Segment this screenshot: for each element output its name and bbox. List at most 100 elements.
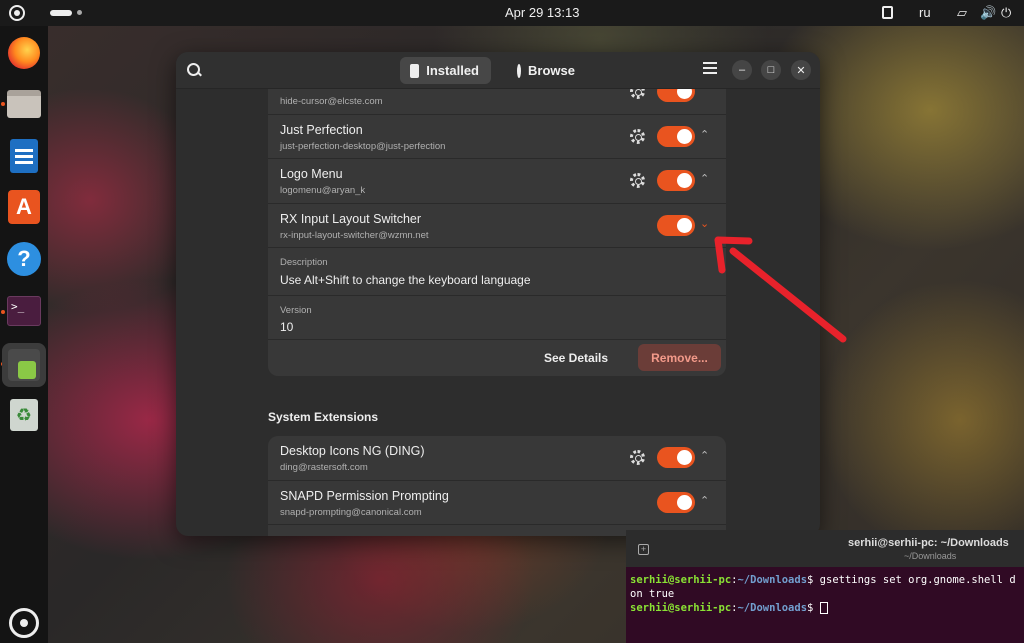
hamburger-menu-icon[interactable] <box>703 62 717 78</box>
extension-name: RX Input Layout Switcher <box>280 211 422 226</box>
ubuntu-logo-icon[interactable] <box>9 5 25 21</box>
tab-label: Browse <box>528 63 575 78</box>
user-extensions-card: Hide Cursor hide-cursor@elcste.com ⌃ Jus… <box>268 70 726 376</box>
enable-toggle[interactable] <box>657 447 695 468</box>
chevron-up-icon[interactable]: ⌃ <box>700 494 709 507</box>
extension-name: Just Perfection <box>280 122 363 137</box>
prompt-user: serhii@serhii-pc <box>630 602 732 614</box>
dock-app-center[interactable]: A <box>6 189 42 225</box>
settings-gear-icon[interactable] <box>630 173 645 188</box>
settings-gear-icon[interactable] <box>630 128 645 144</box>
globe-icon <box>517 63 521 78</box>
extensions-list[interactable]: Hide Cursor hide-cursor@elcste.com ⌃ Jus… <box>176 70 820 536</box>
search-icon[interactable] <box>186 62 202 78</box>
dock-extension-manager[interactable] <box>2 343 46 387</box>
enable-toggle[interactable] <box>657 214 695 236</box>
dock-help[interactable]: ? <box>6 241 42 277</box>
terminal-header: + serhii@serhii-pc: ~/Downloads ~/Downlo… <box>626 530 1024 567</box>
remove-button[interactable]: Remove... <box>638 344 721 371</box>
see-details-button[interactable]: See Details <box>544 351 608 365</box>
terminal-subtitle: ~/Downloads <box>904 551 957 561</box>
new-tab-icon[interactable]: + <box>638 544 649 555</box>
trash-icon: ♻ <box>10 399 38 431</box>
top-bar: Apr 29 13:13 ru ▱ 🔊 ⏻ <box>0 0 1024 26</box>
chevron-up-icon[interactable]: ⌃ <box>700 172 709 185</box>
dock-files[interactable] <box>6 86 42 122</box>
maximize-icon[interactable]: □ <box>761 60 781 80</box>
tab-label: Installed <box>426 63 479 78</box>
keyboard-language-indicator[interactable]: ru <box>919 5 931 20</box>
folder-icon <box>7 90 41 118</box>
dock-trash[interactable]: ♻ <box>6 397 42 433</box>
header-bar: Installed Browse – □ ✕ <box>176 52 820 89</box>
workspace-dot-icon[interactable] <box>77 10 82 15</box>
terminal-line-3: serhii@serhii-pc:~/Downloads$ <box>630 601 1024 615</box>
firefox-icon <box>8 37 40 69</box>
terminal-icon: >_ <box>7 296 41 326</box>
terminal-cursor <box>819 602 828 614</box>
dock-firefox[interactable] <box>6 35 42 71</box>
enable-toggle[interactable] <box>657 170 695 191</box>
description-section: Description Use Alt+Shift to change the … <box>268 248 726 296</box>
puzzle-icon <box>410 63 420 78</box>
prompt-dir: ~/Downloads <box>737 602 808 614</box>
tab-browse[interactable]: Browse <box>507 57 586 84</box>
extension-row[interactable]: Just Perfection just-perfection-desktop@… <box>268 115 726 159</box>
version-value: 10 <box>280 320 294 334</box>
extension-row-expanded[interactable]: RX Input Layout Switcher rx-input-layout… <box>268 204 726 248</box>
version-section: Version 10 <box>268 296 726 340</box>
show-apps-icon[interactable] <box>9 608 39 638</box>
network-icon[interactable]: ▱ <box>957 5 967 21</box>
prompt-dir: ~/Downloads <box>737 574 808 586</box>
description-text: Use Alt+Shift to change the keyboard lan… <box>280 273 531 287</box>
system-extensions-heading: System Extensions <box>268 410 379 424</box>
minimize-icon[interactable]: – <box>732 60 752 80</box>
system-extensions-card: Desktop Icons NG (DING) ding@rastersoft.… <box>268 436 726 536</box>
app-center-icon: A <box>8 190 40 224</box>
tab-installed[interactable]: Installed <box>400 57 491 84</box>
enable-toggle[interactable] <box>657 491 695 513</box>
extension-row[interactable]: Desktop Icons NG (DING) ding@rastersoft.… <box>268 436 726 481</box>
terminal-line-1: serhii@serhii-pc:~/Downloads$ gsettings … <box>630 574 1016 586</box>
terminal-window[interactable]: + serhii@serhii-pc: ~/Downloads ~/Downlo… <box>626 530 1024 643</box>
terminal-command: $ gsettings set org.gnome.shell d <box>807 574 1016 586</box>
running-indicator <box>1 310 5 314</box>
dock: A ? >_ ♻ <box>0 26 48 643</box>
extension-manager-icon <box>8 349 40 381</box>
extension-row[interactable]: SNAPD Permission Prompting snapd-prompti… <box>268 481 726 525</box>
close-icon[interactable]: ✕ <box>791 60 811 80</box>
extension-id: hide-cursor@elcste.com <box>280 96 383 107</box>
prompt-user: serhii@serhii-pc <box>630 574 732 586</box>
chevron-up-icon[interactable]: ⌃ <box>700 449 709 462</box>
extensions-window: Hide Cursor hide-cursor@elcste.com ⌃ Jus… <box>176 52 820 536</box>
extension-id: rx-input-layout-switcher@wzmn.net <box>280 229 429 241</box>
power-icon[interactable]: ⏻ <box>1001 5 1011 21</box>
terminal-output[interactable]: serhii@serhii-pc:~/Downloads$ gsettings … <box>630 573 1024 615</box>
extension-name: Desktop Icons NG (DING) <box>280 444 425 458</box>
extension-id: snapd-prompting@canonical.com <box>280 506 422 518</box>
extension-name: Logo Menu <box>280 167 343 181</box>
version-label: Version <box>280 305 312 316</box>
description-label: Description <box>280 257 328 268</box>
dock-terminal[interactable]: >_ <box>6 293 42 329</box>
clock[interactable]: Apr 29 13:13 <box>505 5 579 20</box>
clipboard-icon[interactable] <box>882 6 893 19</box>
workspace-indicator-icon[interactable] <box>50 10 72 16</box>
extension-id: logomenu@aryan_k <box>280 185 366 196</box>
extension-id: ding@rastersoft.com <box>280 462 368 473</box>
help-icon: ? <box>7 242 41 276</box>
volume-icon[interactable]: 🔊 <box>980 5 996 21</box>
prompt-end: $ <box>807 602 820 614</box>
extension-id: just-perfection-desktop@just-perfection <box>280 140 446 152</box>
terminal-line-2: on true <box>630 588 675 600</box>
writer-icon <box>10 139 38 173</box>
chevron-up-icon[interactable]: ⌃ <box>700 128 709 141</box>
settings-gear-icon[interactable] <box>630 450 645 465</box>
enable-toggle[interactable] <box>657 125 695 147</box>
extension-row[interactable]: Logo Menu logomenu@aryan_k ⌃ <box>268 159 726 204</box>
terminal-title: serhii@serhii-pc: ~/Downloads <box>848 537 1009 549</box>
chevron-down-icon[interactable]: ⌄ <box>700 217 709 230</box>
running-indicator <box>1 102 5 106</box>
extension-actions: See Details Remove... <box>268 340 726 376</box>
dock-writer[interactable] <box>6 138 42 174</box>
